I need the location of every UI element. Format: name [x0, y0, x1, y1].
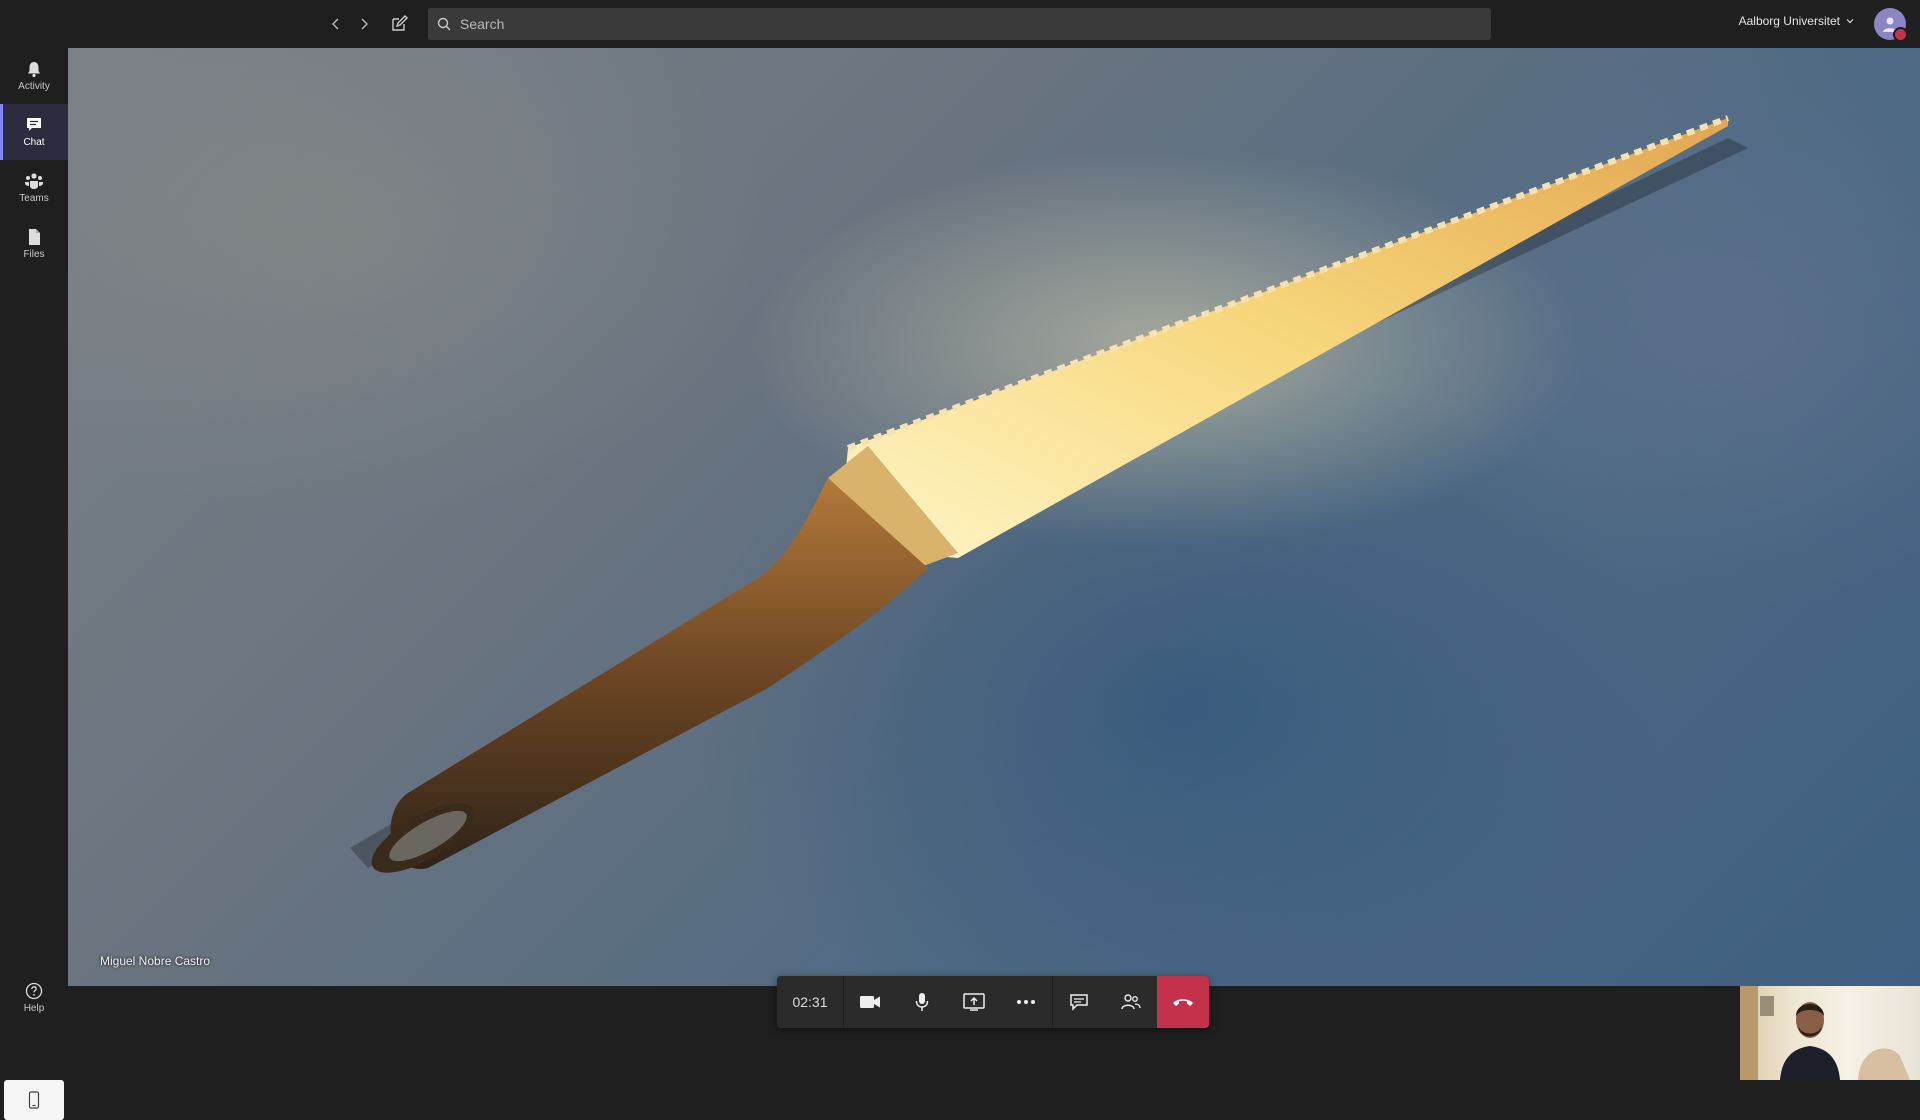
- mobile-phone-icon: [28, 1091, 40, 1109]
- call-timer: 02:31: [777, 976, 844, 1028]
- more-actions-button[interactable]: [1000, 976, 1052, 1028]
- rail-label: Chat: [23, 137, 45, 148]
- mic-toggle-button[interactable]: [896, 976, 948, 1028]
- video-camera-icon: [860, 996, 880, 1008]
- help-icon: [25, 982, 43, 1000]
- avatar[interactable]: [1874, 8, 1908, 42]
- chevron-right-icon: [361, 18, 368, 30]
- camera-toggle-button[interactable]: [844, 976, 896, 1028]
- self-video-image: [1740, 986, 1910, 1080]
- rail-item-chat[interactable]: Chat: [0, 104, 68, 160]
- microphone-icon: [915, 993, 929, 1011]
- busy-status-dot: [1893, 27, 1908, 42]
- download-mobile-app-button[interactable]: [4, 1080, 64, 1120]
- back-button[interactable]: [324, 12, 348, 36]
- conversation-icon: [1070, 994, 1088, 1011]
- chevron-down-icon: [1846, 19, 1854, 24]
- show-conversation-button[interactable]: [1053, 976, 1105, 1028]
- search-bar[interactable]: [428, 8, 1491, 40]
- chevron-left-icon: [332, 18, 339, 30]
- forward-button[interactable]: [352, 12, 376, 36]
- rail-label: Activity: [18, 81, 50, 92]
- hang-up-phone-icon: [1173, 999, 1193, 1006]
- show-participants-button[interactable]: [1105, 976, 1157, 1028]
- rail-item-teams[interactable]: Teams: [0, 160, 68, 216]
- call-controls: 02:31: [777, 976, 1209, 1028]
- self-video-preview: [1740, 986, 1920, 1080]
- hang-up-button[interactable]: [1157, 976, 1209, 1028]
- compose-icon: [392, 15, 408, 31]
- share-screen-icon: [963, 993, 985, 1011]
- rail-item-help[interactable]: Help: [0, 970, 68, 1026]
- teams-icon: [25, 173, 43, 189]
- rail-item-activity[interactable]: Activity: [0, 48, 68, 104]
- participant-name-label: Miguel Nobre Castro: [100, 954, 211, 968]
- search-input[interactable]: [460, 9, 1491, 39]
- org-name: Aalborg Universitet: [1738, 14, 1840, 28]
- org-switcher[interactable]: Aalborg Universitet: [1739, 14, 1854, 28]
- video-stage: Miguel Nobre Castro: [68, 48, 1920, 986]
- rail-item-files[interactable]: Files: [0, 216, 68, 272]
- more-dots-icon: [1017, 1000, 1035, 1004]
- app-rail: Activity Chat Teams Files Help: [0, 48, 68, 1120]
- rail-label: Files: [23, 249, 45, 260]
- top-bar: Aalborg Universitet: [0, 0, 1920, 48]
- new-chat-button[interactable]: [387, 12, 411, 36]
- shared-video-image: [350, 115, 1748, 873]
- chat-icon: [27, 118, 41, 131]
- bell-icon: [28, 62, 40, 78]
- rail-label: Help: [23, 1003, 45, 1014]
- participants-icon: [1121, 994, 1141, 1010]
- share-screen-button[interactable]: [948, 976, 1000, 1028]
- files-icon: [29, 229, 40, 245]
- search-icon: [428, 8, 460, 40]
- rail-label: Teams: [19, 193, 49, 204]
